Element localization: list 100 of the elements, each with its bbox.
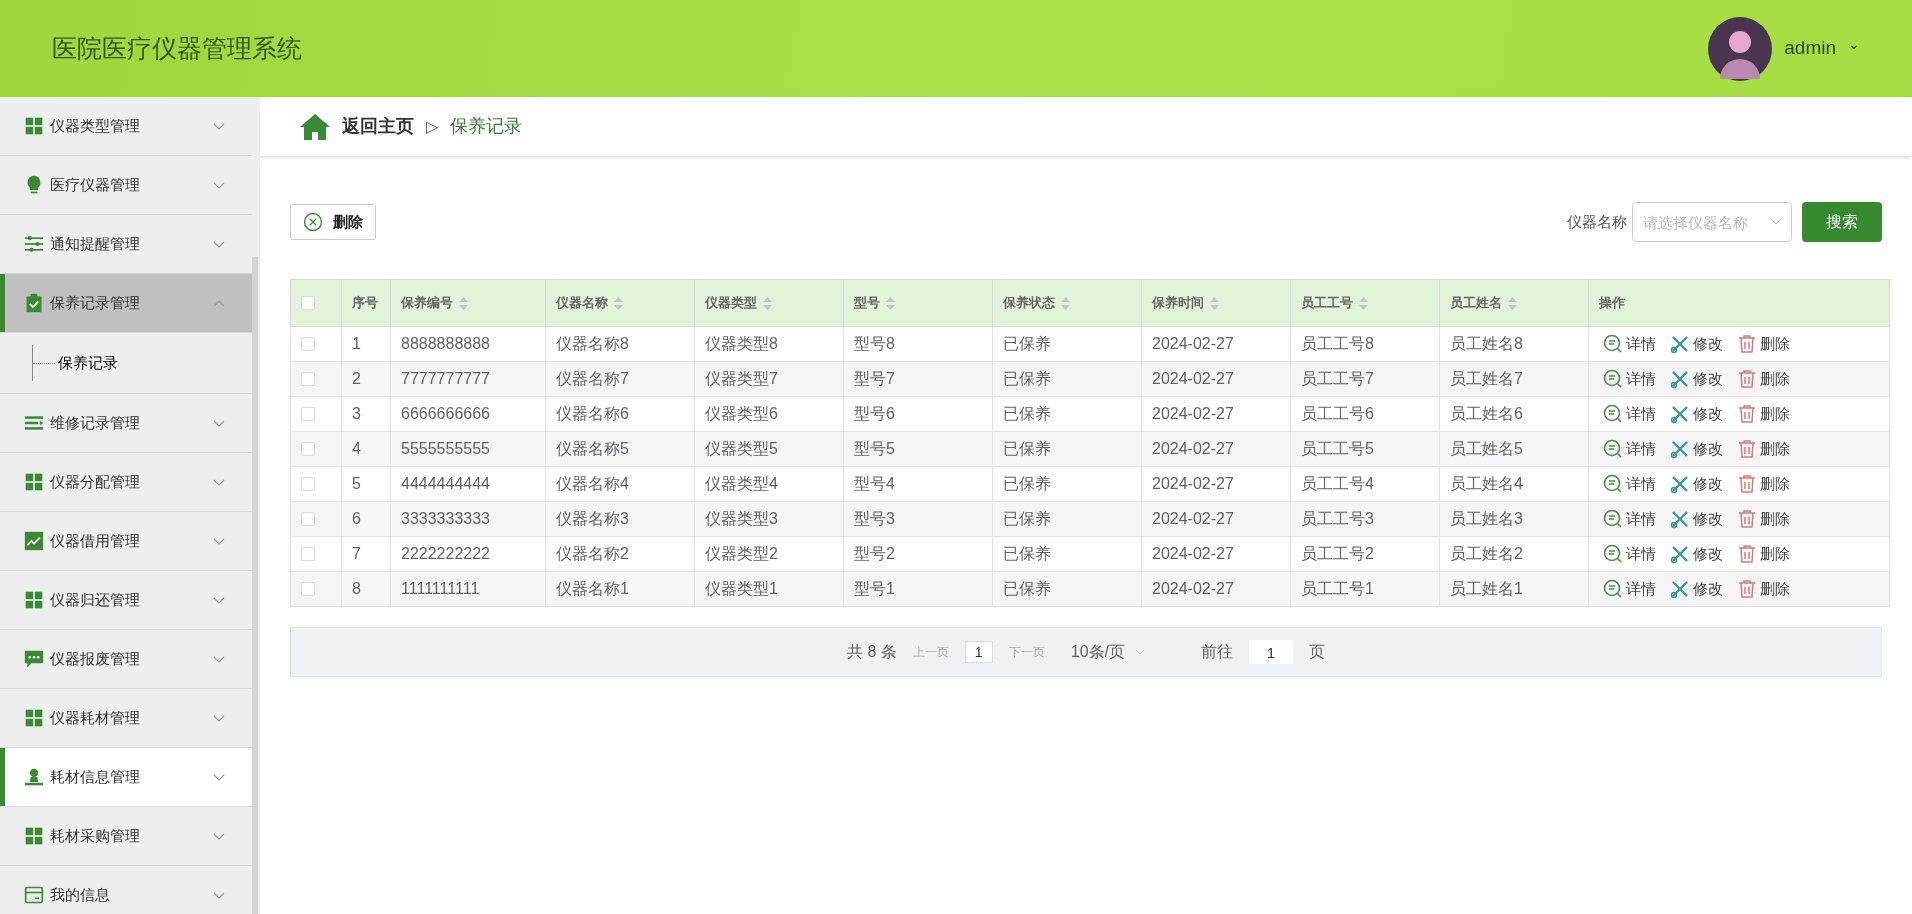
- scrollbar[interactable]: [252, 257, 258, 914]
- sidebar-item[interactable]: 耗材信息管理: [0, 748, 252, 807]
- checkbox[interactable]: [301, 407, 315, 421]
- table-cell: 1111111111: [401, 580, 480, 597]
- trash-icon: [1737, 369, 1757, 389]
- row-action-link[interactable]: 修改: [1670, 542, 1723, 566]
- checkbox[interactable]: [301, 547, 315, 561]
- column-header[interactable]: 保养状态: [1003, 293, 1070, 313]
- row-action-link[interactable]: 详情: [1603, 402, 1656, 426]
- table-cell: 员工姓名6: [1450, 405, 1523, 422]
- checkbox[interactable]: [301, 442, 315, 456]
- row-action-link[interactable]: 详情: [1603, 507, 1656, 531]
- row-action-link[interactable]: 删除: [1737, 367, 1790, 391]
- sort-icon: [459, 296, 468, 310]
- column-header[interactable]: 员工姓名: [1450, 293, 1517, 313]
- table-cell: 型号8: [854, 335, 895, 352]
- card-icon: [24, 885, 44, 905]
- column-header[interactable]: 型号: [854, 293, 895, 313]
- tools-icon: [1670, 439, 1690, 459]
- row-action-link[interactable]: 删除: [1737, 332, 1790, 356]
- sidebar-item[interactable]: 保养记录管理: [0, 274, 252, 333]
- breadcrumb-separator: ▷: [426, 116, 438, 137]
- column-header[interactable]: 操作: [1599, 293, 1625, 313]
- table-cell: 仪器类型7: [705, 370, 778, 387]
- row-action-link[interactable]: 详情: [1603, 577, 1656, 601]
- row-action-link[interactable]: 删除: [1737, 437, 1790, 461]
- sort-icon: [1359, 296, 1368, 310]
- row-action-link[interactable]: 详情: [1603, 437, 1656, 461]
- checkbox[interactable]: [301, 512, 315, 526]
- row-action-link[interactable]: 删除: [1737, 402, 1790, 426]
- table-cell: 员工工号1: [1301, 580, 1374, 597]
- checkbox[interactable]: [301, 582, 315, 596]
- row-action-link[interactable]: 删除: [1737, 507, 1790, 531]
- table-cell: 7: [352, 545, 361, 562]
- row-action-link[interactable]: 详情: [1603, 472, 1656, 496]
- table-cell: 8: [352, 580, 361, 597]
- table-cell: 仪器名称4: [556, 475, 629, 492]
- table-cell: 已保养: [1003, 510, 1051, 527]
- delete-button[interactable]: 删除: [290, 204, 376, 240]
- home-link[interactable]: 返回主页: [342, 113, 414, 140]
- table-cell: 员工工号6: [1301, 405, 1374, 422]
- column-header[interactable]: 保养时间: [1152, 293, 1219, 313]
- row-action-link[interactable]: 详情: [1603, 332, 1656, 356]
- table-cell: 仪器类型2: [705, 545, 778, 562]
- table-cell: 员工姓名1: [1450, 580, 1523, 597]
- search-button[interactable]: 搜索: [1802, 202, 1882, 242]
- column-header[interactable]: 员工工号: [1301, 293, 1368, 313]
- tools-icon: [1670, 369, 1690, 389]
- table-cell: 6: [352, 510, 361, 527]
- sort-icon: [614, 296, 623, 310]
- row-action-link[interactable]: 修改: [1670, 577, 1723, 601]
- checkbox[interactable]: [301, 372, 315, 386]
- row-action-link[interactable]: 修改: [1670, 402, 1723, 426]
- table-cell: 员工姓名4: [1450, 475, 1523, 492]
- detail-icon: [1603, 509, 1623, 529]
- detail-icon: [1603, 369, 1623, 389]
- row-action-link[interactable]: 详情: [1603, 542, 1656, 566]
- page-size-select[interactable]: 10条/页: [1070, 640, 1145, 664]
- table-cell: 员工工号8: [1301, 335, 1374, 352]
- row-action-link[interactable]: 详情: [1603, 367, 1656, 391]
- table-cell: 已保养: [1003, 335, 1051, 352]
- sliders-icon: [24, 234, 44, 254]
- select-field[interactable]: 请选择仪器名称: [1632, 202, 1792, 242]
- table-cell: 型号7: [854, 370, 895, 387]
- user-menu[interactable]: admin ⌄: [1708, 16, 1860, 81]
- sort-icon: [763, 296, 772, 310]
- row-action-link[interactable]: 删除: [1737, 542, 1790, 566]
- row-action-link[interactable]: 修改: [1670, 507, 1723, 531]
- detail-icon: [1603, 544, 1623, 564]
- column-header[interactable]: 仪器类型: [705, 293, 772, 313]
- table-cell: 2024-02-27: [1152, 475, 1234, 492]
- row-action-link[interactable]: 删除: [1737, 577, 1790, 601]
- checkbox[interactable]: [301, 477, 315, 491]
- detail-icon: [1603, 334, 1623, 354]
- grid-icon: [24, 116, 44, 136]
- grid-icon: [24, 590, 44, 610]
- checkbox[interactable]: [301, 296, 315, 310]
- table-cell: 已保养: [1003, 580, 1051, 597]
- detail-icon: [1603, 439, 1623, 459]
- table-cell: 仪器名称6: [556, 405, 629, 422]
- column-header[interactable]: 保养编号: [401, 293, 468, 313]
- row-action-link[interactable]: 修改: [1670, 472, 1723, 496]
- trash-icon: [1737, 474, 1757, 494]
- user-icon: [24, 767, 44, 787]
- submenu-item[interactable]: 保养记录: [58, 351, 118, 375]
- table-cell: 型号5: [854, 440, 895, 457]
- row-action-link[interactable]: 修改: [1670, 332, 1723, 356]
- page-number-button[interactable]: 1: [964, 641, 993, 663]
- table-cell: 员工姓名8: [1450, 335, 1523, 352]
- checkbox[interactable]: [301, 337, 315, 351]
- row-action-link[interactable]: 删除: [1737, 472, 1790, 496]
- grid-icon: [24, 708, 44, 728]
- table-cell: 1: [352, 335, 361, 352]
- trash-icon: [1737, 439, 1757, 459]
- table-cell: 2222222222: [401, 545, 490, 562]
- row-action-link[interactable]: 修改: [1670, 367, 1723, 391]
- table-cell: 3333333333: [401, 510, 490, 527]
- row-action-link[interactable]: 修改: [1670, 437, 1723, 461]
- page-jump-field[interactable]: 1: [1249, 640, 1293, 664]
- column-header[interactable]: 仪器名称: [556, 293, 623, 313]
